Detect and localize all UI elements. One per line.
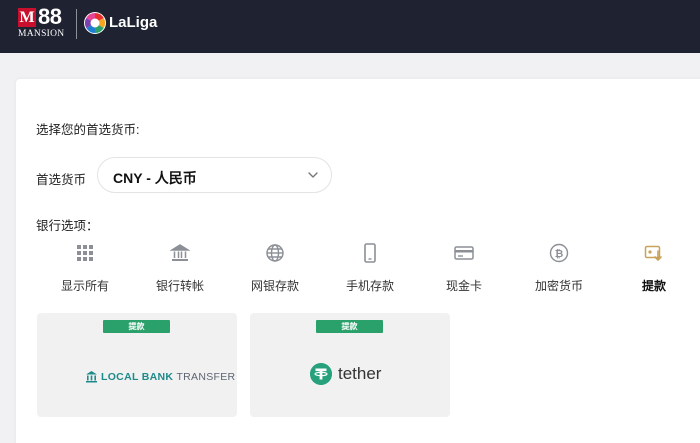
currency-section-title: 选择您的首选货币: — [36, 123, 140, 137]
withdraw-badge: 提款 — [316, 320, 383, 333]
m88-logo-mark: M — [18, 8, 36, 27]
currency-selected-value: CNY - 人民币 — [113, 170, 197, 186]
bank-options-label: 银行选项： — [36, 219, 99, 233]
option-label: 加密货币 — [534, 279, 583, 293]
option-bank-transfer[interactable]: 银行转帐 — [140, 243, 220, 293]
option-show-all[interactable]: 显示所有 — [45, 243, 125, 293]
payment-method-local-bank-transfer[interactable]: 提款 LOCAL BANK TRANSFER — [37, 313, 237, 417]
bank-icon — [170, 244, 190, 261]
logo-divider — [76, 9, 77, 39]
card-icon — [454, 246, 474, 260]
method-name-part-a: LOCAL BANK — [101, 371, 174, 383]
option-label: 手机存款 — [345, 279, 394, 293]
option-crypto[interactable]: ₿ 加密货币 — [519, 243, 599, 293]
preferred-currency-label: 首选货币 — [36, 173, 87, 187]
m88-logo-subtitle: MANSION — [18, 29, 65, 39]
method-name-part-b: TRANSFER — [176, 371, 236, 383]
laliga-wordmark: LaLiga — [109, 14, 158, 31]
withdraw-icon — [644, 245, 662, 261]
chevron-down-icon — [308, 172, 318, 178]
tether-wordmark: tether — [338, 364, 382, 383]
withdraw-badge: 提款 — [103, 320, 170, 333]
grid-icon — [77, 245, 93, 261]
globe-icon — [266, 244, 284, 262]
option-mobile-deposit[interactable]: 手机存款 — [330, 243, 410, 293]
option-withdraw[interactable]: 提款 — [614, 243, 694, 293]
bitcoin-icon: ₿ — [549, 243, 569, 263]
m88-logo-number: 88 — [38, 4, 62, 29]
option-label: 网银存款 — [250, 279, 299, 293]
option-label: 提款 — [641, 279, 666, 293]
m88-mansion-logo[interactable]: M 88 MANSION — [18, 4, 70, 40]
option-cash-card[interactable]: 现金卡 — [424, 243, 504, 293]
option-label: 现金卡 — [445, 279, 482, 293]
currency-dropdown[interactable]: CNY - 人民币 — [97, 157, 332, 193]
bank-icon — [86, 371, 97, 383]
tether-icon — [310, 363, 332, 385]
svg-text:₿: ₿ — [555, 248, 564, 260]
deposit-options-card: 选择您的首选货币: 首选货币 CNY - 人民币 银行选项： 显示所有 银行转帐… — [16, 79, 700, 443]
option-label: 银行转帐 — [155, 279, 204, 293]
top-header: M 88 MANSION LaLiga — [0, 0, 700, 53]
option-label: 显示所有 — [60, 279, 109, 293]
payment-method-tether[interactable]: 提款 tether — [250, 313, 450, 417]
mobile-icon — [364, 243, 376, 263]
option-online-banking[interactable]: 网银存款 — [235, 243, 315, 293]
laliga-icon — [84, 12, 106, 34]
